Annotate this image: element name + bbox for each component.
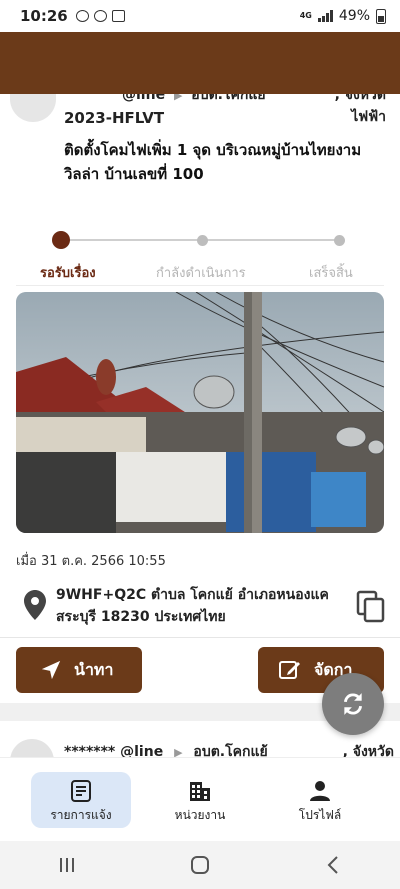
navigation-arrow-icon (41, 660, 61, 680)
report-photo[interactable] (16, 292, 384, 533)
list-icon (71, 780, 91, 802)
step-dot-done (334, 235, 345, 246)
system-nav-bar (0, 841, 400, 889)
report-card[interactable]: @line ▶ อบต.โคกแย้ , จังหวัด ไฟฟ้า 2023-… (0, 80, 400, 640)
building-icon (190, 782, 210, 801)
divider (0, 637, 400, 638)
status-bar: 10:26 4G 49% (0, 0, 400, 32)
nav-label-profile: โปรไฟล์ (298, 808, 342, 822)
home-icon[interactable] (185, 853, 215, 877)
notification-icon (93, 10, 107, 22)
nav-item-reports[interactable]: รายการแจ้ง (31, 772, 131, 828)
ticket-id: 2023-HFLVT (64, 109, 165, 127)
nav-item-agencies[interactable]: หน่วยงาน (150, 772, 250, 828)
refresh-button[interactable] (322, 673, 384, 735)
clock: 10:26 (20, 7, 68, 25)
bottom-nav: รายการแจ้ง หน่วยงาน โปรไฟล์ (0, 757, 400, 841)
navigate-button[interactable]: นำทา (16, 647, 142, 693)
copy-icon[interactable] (356, 590, 386, 624)
location-pin-icon (24, 590, 46, 620)
divider (16, 285, 384, 286)
report-description: ติดตั้งโคมไฟเพิ่ม 1 จุด บริเวณหมู่บ้านไท… (64, 141, 362, 183)
refresh-icon (344, 693, 362, 715)
image-icon (111, 10, 125, 22)
step-label-done: เสร็จสิ้น (309, 266, 353, 281)
nav-item-profile[interactable]: โปรไฟล์ (270, 772, 370, 828)
location-row: 9WHF+Q2C ตำบล โคกแย้ อำเภอหนองแค สระบุรี… (16, 584, 388, 640)
recents-icon[interactable] (52, 853, 82, 877)
network-type: 4G (299, 11, 312, 20)
battery-icon (376, 8, 386, 24)
battery-level: 49% (338, 8, 370, 24)
nav-label-agencies: หน่วยงาน (174, 808, 226, 822)
signal-icon (317, 10, 333, 22)
settings-icon (75, 10, 89, 22)
report-category: ไฟฟ้า (351, 109, 386, 125)
address-text: 9WHF+Q2C ตำบล โคกแย้ อำเภอหนองแค สระบุรี… (56, 587, 329, 625)
app-header (0, 32, 400, 94)
step-dot-in-progress (197, 235, 208, 246)
nav-label-reports: รายการแจ้ง (50, 808, 112, 822)
edit-icon (279, 661, 300, 679)
step-label-pending: รอรับเรื่อง (40, 266, 96, 281)
back-icon[interactable] (318, 853, 348, 877)
person-icon (310, 781, 330, 801)
step-dot-pending (52, 231, 70, 249)
step-label-in-progress: กำลังดำเนินการ (156, 266, 246, 281)
notification-icons (75, 10, 125, 22)
navigate-label: นำทา (74, 659, 114, 679)
report-date: เมื่อ 31 ต.ค. 2566 10:55 (16, 554, 166, 569)
